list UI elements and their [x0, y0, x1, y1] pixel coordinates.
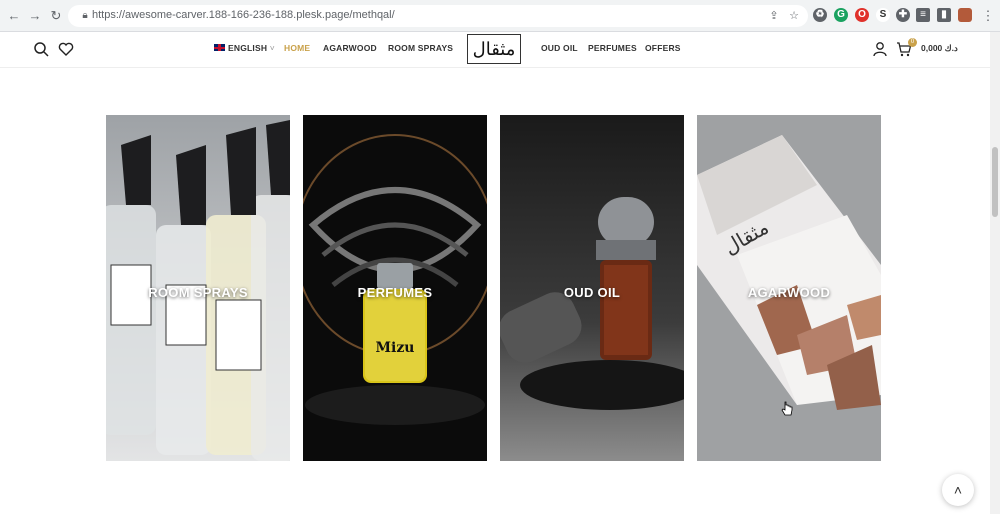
grammar-ext-icon[interactable]: G [834, 8, 848, 22]
profile-avatar[interactable] [958, 8, 972, 22]
language-label: ENGLISH [228, 43, 268, 53]
heart-icon[interactable] [58, 41, 74, 57]
chevron-up-icon: ˄ [953, 482, 963, 498]
nav-oud-oil[interactable]: OUD OIL [541, 43, 578, 53]
category-label: ROOM SPRAYS [148, 285, 248, 300]
site-header: ENGLISH ˅ HOME AGARWOOD ROOM SPRAYS مثقا… [0, 32, 990, 68]
page-scrollbar[interactable] [990, 32, 1000, 514]
forward-icon[interactable]: → [27, 8, 43, 24]
cart-total[interactable]: 0,000 د.ك [921, 43, 958, 54]
menu-kebab-icon[interactable]: ⋮ [980, 8, 996, 24]
language-switcher[interactable]: ENGLISH ˅ [214, 43, 275, 53]
site-logo[interactable]: مثقال [467, 34, 521, 64]
nav-agarwood[interactable]: AGARWOOD [323, 43, 377, 53]
category-label: OUD OIL [563, 285, 621, 300]
chevron-down-icon: ˅ [269, 43, 275, 53]
scroll-to-top-button[interactable]: ˄ [942, 474, 974, 506]
bookmark-star-icon[interactable]: ☆ [786, 8, 802, 24]
puzzle-ext-icon[interactable]: ✚ [896, 8, 910, 22]
back-icon[interactable]: ← [6, 8, 22, 24]
category-card-oud-oil[interactable]: OUD OIL [500, 115, 684, 461]
scrollbar-thumb[interactable] [992, 147, 998, 217]
cart-count-badge: 0 [908, 38, 917, 47]
sidepanel-icon[interactable]: ▮ [937, 8, 951, 22]
share-icon[interactable]: ⇪ [766, 8, 782, 24]
nav-perfumes[interactable]: PERFUMES [588, 43, 637, 53]
reload-icon[interactable]: ↻ [48, 8, 64, 24]
opera-ext-icon[interactable]: O [855, 8, 869, 22]
url-text: https://awesome-carver.188-166-236-188.p… [92, 9, 395, 21]
address-bar[interactable]: 🔒︎ https://awesome-carver.188-166-236-18… [68, 5, 808, 27]
category-card-perfumes[interactable]: Mizu PERFUMES [303, 115, 487, 461]
search-icon[interactable] [33, 41, 49, 57]
category-card-room-sprays[interactable]: ROOM SPRAYS [106, 115, 290, 461]
playlist-icon[interactable]: ≡ [916, 8, 930, 22]
nav-offers[interactable]: OFFERS [645, 43, 681, 53]
nav-home[interactable]: HOME [284, 43, 310, 53]
category-label: PERFUMES [357, 285, 433, 300]
browser-toolbar: ← → ↻ 🔒︎ https://awesome-carver.188-166-… [0, 0, 1000, 32]
nav-room-sprays[interactable]: ROOM SPRAYS [388, 43, 453, 53]
uk-flag-icon [214, 44, 225, 51]
user-icon[interactable] [872, 41, 888, 57]
svg-text:Mizu: Mizu [376, 340, 415, 356]
category-label: AGARWOOD [747, 285, 831, 300]
recycle-ext-icon[interactable]: ♻ [813, 8, 827, 22]
lock-icon: 🔒︎ [82, 10, 88, 21]
hand-cursor-icon [781, 401, 793, 416]
s-ext-icon[interactable]: S [876, 8, 890, 22]
logo-text: مثقال [472, 38, 516, 60]
